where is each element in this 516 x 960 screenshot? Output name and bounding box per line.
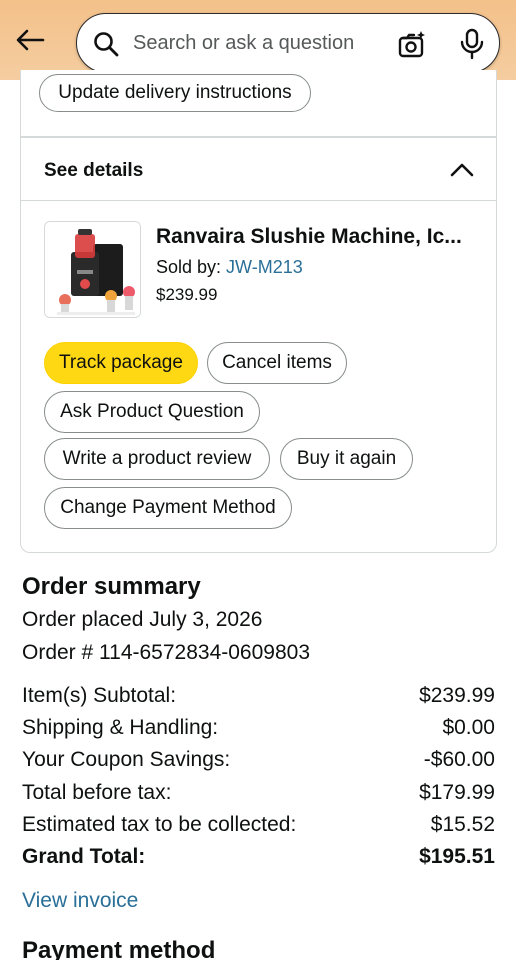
write-product-review-button[interactable]: Write a product review [44, 438, 270, 480]
chevron-up-icon[interactable] [450, 160, 474, 180]
summary-row-coupon: Your Coupon Savings: -$60.00 [22, 748, 495, 778]
see-details-label: See details [44, 160, 144, 181]
summary-row-label: Grand Total: [22, 845, 146, 868]
ask-product-question-button[interactable]: Ask Product Question [44, 391, 260, 433]
order-summary-title: Order summary [22, 573, 201, 600]
summary-row-value: -$60.00 [423, 748, 495, 771]
sold-by-label: Sold by: [156, 257, 227, 277]
summary-row-label: Estimated tax to be collected: [22, 813, 297, 836]
see-details-header[interactable]: See details [21, 137, 496, 201]
summary-row-value: $239.99 [419, 684, 495, 707]
update-delivery-instructions-button[interactable]: Update delivery instructions [39, 74, 311, 112]
search-input[interactable]: Search or ask a question [133, 32, 354, 55]
order-placed-date: Order placed July 3, 2026 [22, 608, 263, 631]
summary-row-shipping: Shipping & Handling: $0.00 [22, 716, 495, 746]
summary-row-label: Shipping & Handling: [22, 716, 219, 739]
camera-lens-icon[interactable] [397, 29, 427, 59]
search-icon [93, 31, 119, 57]
product-image[interactable] [44, 221, 141, 318]
view-invoice-link[interactable]: View invoice [22, 889, 138, 913]
buy-it-again-button[interactable]: Buy it again [280, 438, 413, 480]
change-payment-method-button[interactable]: Change Payment Method [44, 487, 292, 529]
search-bar[interactable]: Search or ask a question [76, 13, 500, 73]
seller-link[interactable]: JW-M213 [226, 257, 303, 277]
summary-row-subtotal: Item(s) Subtotal: $239.99 [22, 684, 495, 714]
summary-row-tax: Estimated tax to be collected: $15.52 [22, 813, 495, 843]
delivery-card: Update delivery instructions [20, 70, 497, 137]
summary-row-value: $179.99 [419, 781, 495, 804]
summary-row-label: Item(s) Subtotal: [22, 684, 177, 707]
product-title[interactable]: Ranvaira Slushie Machine, Ic... [156, 225, 462, 249]
top-bar: Search or ask a question [0, 0, 516, 80]
summary-row-value: $15.52 [430, 813, 495, 836]
order-number: Order # 114-6572834-0609803 [22, 641, 311, 664]
summary-row-value: $0.00 [442, 716, 495, 739]
summary-row-label: Total before tax: [22, 781, 172, 804]
order-details-card: See details Ranvaira Slushie Machine, Ic… [20, 137, 497, 553]
back-arrow-icon[interactable] [12, 22, 48, 58]
payment-method-title: Payment method [22, 937, 216, 960]
summary-row-value: $195.51 [419, 845, 495, 868]
summary-row-label: Your Coupon Savings: [22, 748, 231, 771]
summary-row-before-tax: Total before tax: $179.99 [22, 781, 495, 811]
track-package-button[interactable]: Track package [44, 342, 198, 384]
product-price: $239.99 [156, 285, 218, 304]
sold-by: Sold by: JW-M213 [156, 257, 303, 278]
summary-row-grand-total: Grand Total: $195.51 [22, 845, 495, 875]
microphone-icon[interactable] [459, 28, 485, 60]
cancel-items-button[interactable]: Cancel items [207, 342, 347, 384]
